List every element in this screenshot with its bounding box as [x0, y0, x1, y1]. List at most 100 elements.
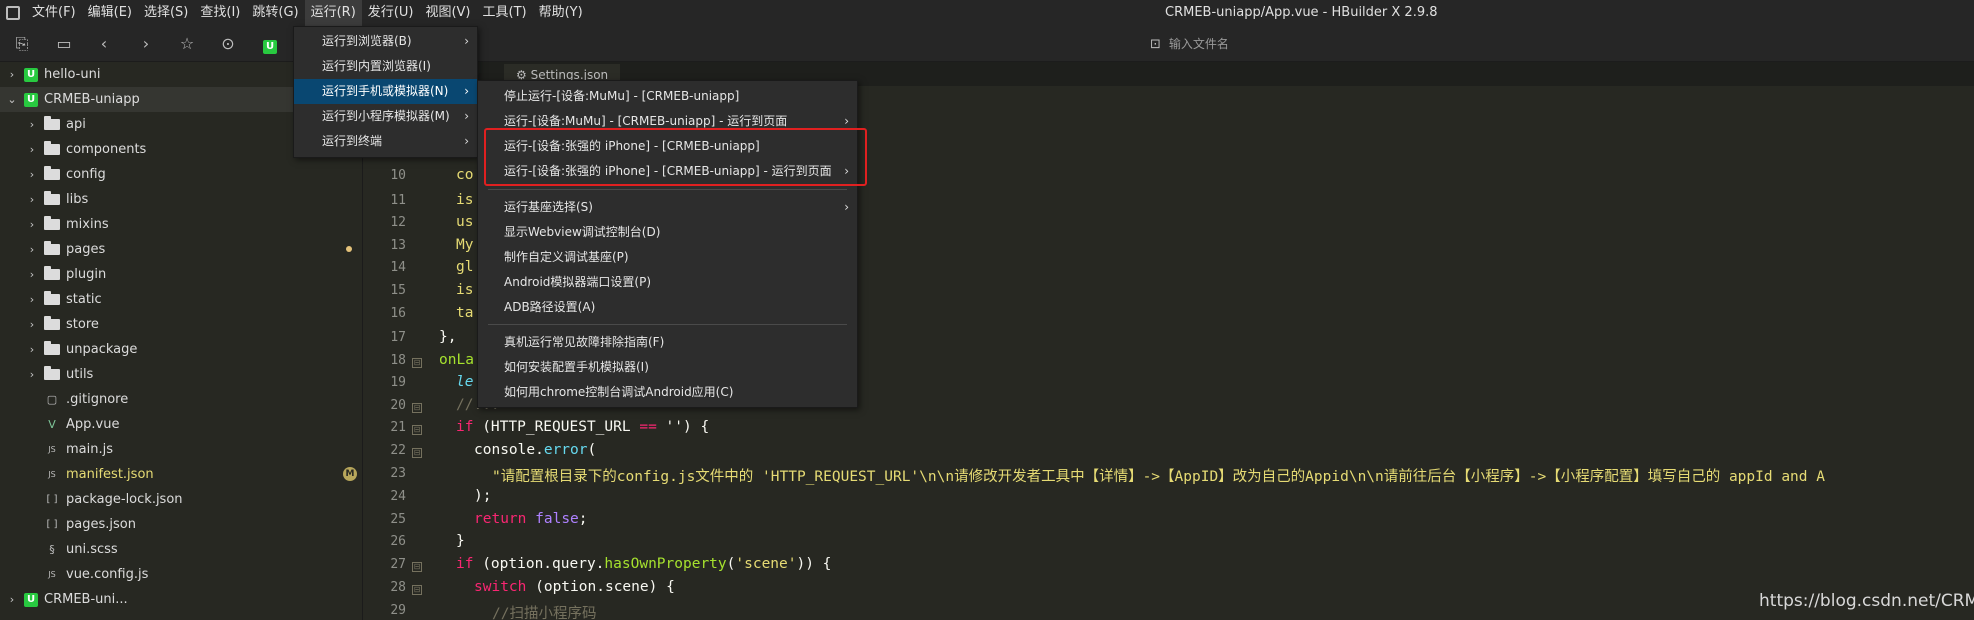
tree-file-vue-config-js[interactable]: JS vue.config.js: [0, 562, 363, 587]
tree-file-gitignore[interactable]: ▢ .gitignore: [0, 387, 363, 412]
tree-file-main-js[interactable]: JS main.js: [0, 437, 363, 462]
folder-icon: [44, 366, 60, 380]
menu-file[interactable]: 文件(F): [26, 0, 82, 26]
menu-item-stop-mumu[interactable]: 停止运行-[设备:MuMu] - [CRMEB-uniapp]: [478, 84, 857, 109]
menu-item-run-miniprogram[interactable]: 运行到小程序模拟器(M) ›: [294, 104, 477, 129]
project-icon: U: [24, 92, 38, 107]
menu-item-run-builtin-browser[interactable]: 运行到内置浏览器(I): [294, 54, 477, 79]
file-icon: ▢: [46, 392, 58, 406]
tree-folder-libs[interactable]: › libs: [0, 187, 363, 212]
fold-toggle-icon[interactable]: ⊟: [412, 585, 422, 595]
tree-label: components: [66, 142, 147, 157]
chevron-right-icon[interactable]: ›: [6, 593, 18, 606]
menu-item-chrome-debug[interactable]: 如何用chrome控制台调试Android应用(C): [478, 380, 857, 405]
file-search-icon: ⊡: [1150, 36, 1161, 52]
code-line-12: us: [456, 214, 474, 230]
menu-tools[interactable]: 工具(T): [477, 0, 533, 26]
menu-bar: 文件(F) 编辑(E) 选择(S) 查找(I) 跳转(G) 运行(R) 发行(U…: [0, 0, 1974, 26]
code-line-15: is: [456, 282, 474, 298]
forward-icon[interactable]: ›: [134, 32, 158, 56]
tree-folder-pages[interactable]: › pages: [0, 237, 363, 262]
menu-edit[interactable]: 编辑(E): [82, 0, 138, 26]
vue-file-icon: V: [48, 417, 56, 431]
json-file-icon: [ ]: [46, 518, 58, 530]
watermark: https://blog.csdn.net/CRMEB: [1759, 591, 1974, 611]
menu-item-base-select[interactable]: 运行基座选择(S) ›: [478, 195, 857, 220]
save-icon[interactable]: ▭: [52, 32, 76, 56]
tree-folder-config[interactable]: › config: [0, 162, 363, 187]
chevron-right-icon: ›: [464, 34, 469, 48]
folder-icon: [44, 266, 60, 280]
tree-file-app-vue[interactable]: V App.vue: [0, 412, 363, 437]
code-line-27: if (option.query.hasOwnProperty('scene')…: [456, 556, 832, 572]
chevron-right-icon[interactable]: ›: [26, 293, 38, 306]
chevron-right-icon[interactable]: ›: [26, 268, 38, 281]
chevron-right-icon[interactable]: ›: [26, 343, 38, 356]
chevron-right-icon[interactable]: ›: [26, 318, 38, 331]
line-number: 11: [390, 193, 406, 208]
menu-item-troubleshoot[interactable]: 真机运行常见故障排除指南(F): [478, 330, 857, 355]
filename-input[interactable]: [1168, 37, 1489, 51]
tree-label: CRMEB-uniapp: [44, 92, 140, 107]
tree-folder-store[interactable]: › store: [0, 312, 363, 337]
fold-toggle-icon[interactable]: ⊟: [412, 562, 422, 572]
chevron-right-icon[interactable]: ›: [26, 368, 38, 381]
chevron-right-icon[interactable]: ›: [6, 68, 18, 81]
line-number: 25: [390, 512, 406, 527]
chevron-right-icon[interactable]: ›: [26, 218, 38, 231]
chevron-right-icon[interactable]: ›: [26, 193, 38, 206]
tree-folder-static[interactable]: › static: [0, 287, 363, 312]
tree-label: store: [66, 317, 99, 332]
uniapp-icon[interactable]: U: [258, 32, 282, 56]
menu-item-custom-base[interactable]: 制作自定义调试基座(P): [478, 245, 857, 270]
menu-item-install-emulator[interactable]: 如何安装配置手机模拟器(I): [478, 355, 857, 380]
code-line-28: switch (option.scene) {: [474, 579, 675, 595]
fold-toggle-icon[interactable]: ⊟: [412, 358, 422, 368]
chevron-down-icon[interactable]: ⌄: [6, 93, 18, 106]
code-line-23: "请配置根目录下的config.js文件中的 'HTTP_REQUEST_URL…: [492, 469, 1825, 485]
menu-find[interactable]: 查找(I): [194, 0, 246, 26]
back-icon[interactable]: ‹: [92, 32, 116, 56]
menu-help[interactable]: 帮助(Y): [533, 0, 589, 26]
tree-folder-utils[interactable]: › utils: [0, 362, 363, 387]
run-icon[interactable]: ⊙: [216, 32, 240, 56]
menu-item-run-browser[interactable]: 运行到浏览器(B) ›: [294, 29, 477, 54]
line-number: 12: [390, 215, 406, 230]
tree-file-package-lock-json[interactable]: [ ] package-lock.json: [0, 487, 363, 512]
chevron-right-icon[interactable]: ›: [26, 243, 38, 256]
tree-label: config: [66, 167, 106, 182]
star-icon[interactable]: ☆: [175, 32, 199, 56]
menu-run[interactable]: 运行(R): [304, 0, 362, 26]
fold-toggle-icon[interactable]: ⊟: [412, 403, 422, 413]
fold-toggle-icon[interactable]: ⊟: [412, 425, 422, 435]
tree-folder-plugin[interactable]: › plugin: [0, 262, 363, 287]
menu-select[interactable]: 选择(S): [138, 0, 194, 26]
menu-publish[interactable]: 发行(U): [362, 0, 420, 26]
line-number: 16: [390, 306, 406, 321]
line-number: 20: [390, 398, 406, 413]
line-number: 29: [390, 603, 406, 618]
folder-icon: [44, 116, 60, 130]
tree-file-pages-json[interactable]: [ ] pages.json: [0, 512, 363, 537]
menu-item-run-terminal[interactable]: 运行到终端 ›: [294, 129, 477, 154]
menu-item-run-device[interactable]: 运行到手机或模拟器(N) ›: [294, 79, 477, 104]
annotation-highlight-box: [484, 128, 867, 186]
tree-file-uni-scss[interactable]: § uni.scss: [0, 537, 363, 562]
chevron-right-icon[interactable]: ›: [26, 118, 38, 131]
menu-item-webview-console[interactable]: 显示Webview调试控制台(D): [478, 220, 857, 245]
menu-separator: [488, 324, 847, 325]
line-number: 24: [390, 489, 406, 504]
tree-label: pages: [66, 242, 106, 257]
tree-folder-unpackage[interactable]: › unpackage: [0, 337, 363, 362]
tree-project-crmeb-uni[interactable]: › U CRMEB-uni...: [0, 587, 363, 612]
menu-goto[interactable]: 跳转(G): [246, 0, 304, 26]
tree-file-manifest-json[interactable]: JS manifest.json M: [0, 462, 363, 487]
menu-view[interactable]: 视图(V): [419, 0, 476, 26]
menu-item-emulator-port[interactable]: Android模拟器端口设置(P): [478, 270, 857, 295]
new-file-icon[interactable]: ⎘: [10, 32, 34, 56]
fold-toggle-icon[interactable]: ⊟: [412, 448, 422, 458]
chevron-right-icon[interactable]: ›: [26, 168, 38, 181]
menu-item-adb-path[interactable]: ADB路径设置(A): [478, 295, 857, 320]
tree-folder-mixins[interactable]: › mixins: [0, 212, 363, 237]
chevron-right-icon[interactable]: ›: [26, 143, 38, 156]
